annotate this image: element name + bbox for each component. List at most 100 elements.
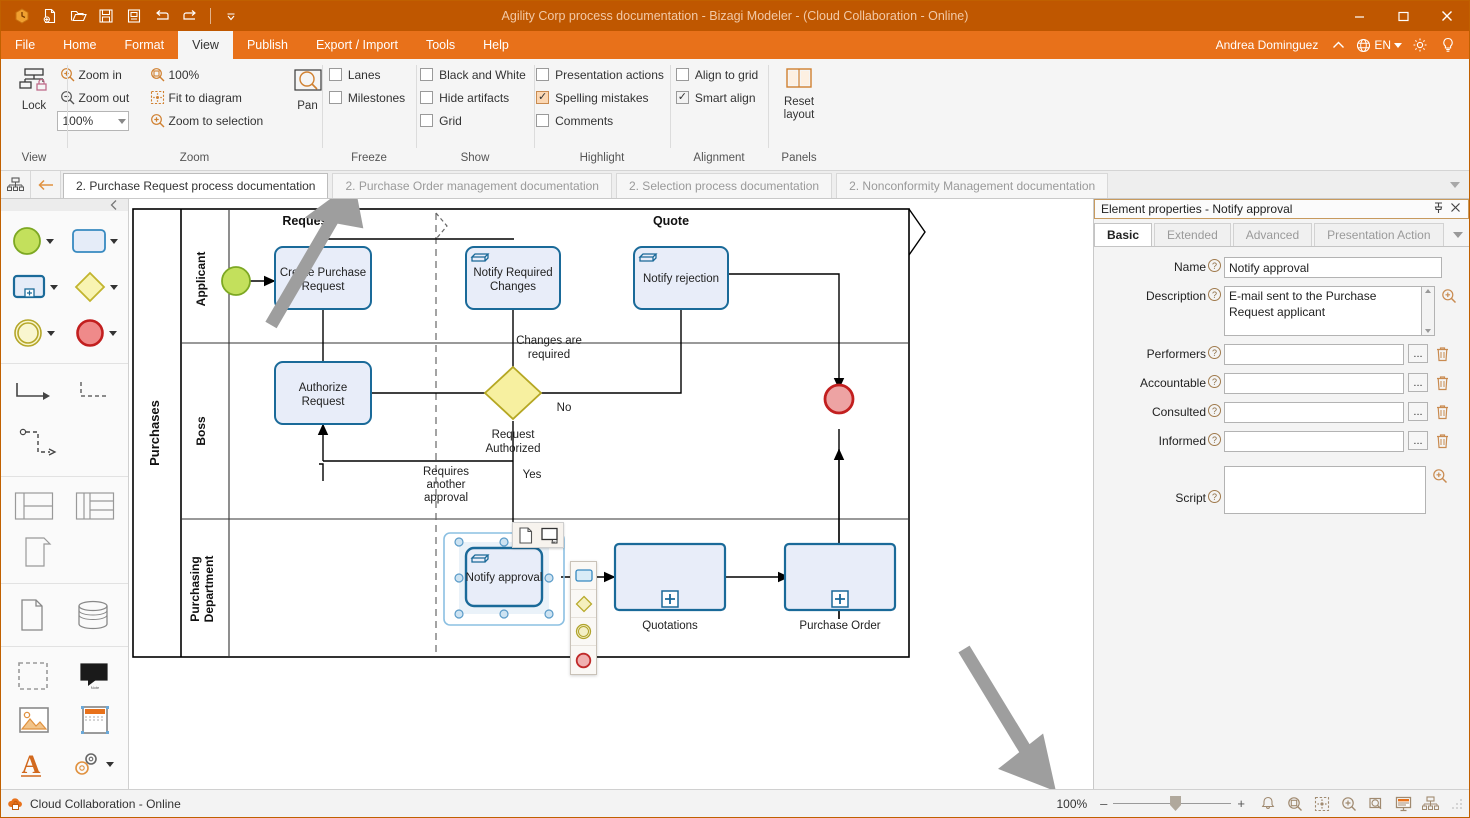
palette-annotation-shape[interactable]: Note bbox=[75, 658, 115, 694]
zoom-slider-track[interactable] bbox=[1113, 796, 1232, 811]
tab-overflow-chevron-down-icon[interactable] bbox=[1441, 171, 1469, 198]
chevron-down-icon[interactable] bbox=[109, 238, 118, 244]
pin-icon[interactable] bbox=[1433, 202, 1444, 216]
zoom-slider[interactable]: – + bbox=[1100, 796, 1245, 811]
customize-qat-icon[interactable] bbox=[218, 4, 244, 28]
description-expand-button[interactable] bbox=[1439, 286, 1459, 306]
consulted-browse-button[interactable]: ... bbox=[1408, 402, 1428, 421]
connection-status[interactable]: Cloud Collaboration - Online bbox=[7, 796, 181, 811]
help-icon[interactable]: ? bbox=[1208, 346, 1221, 359]
zoom-to-selection-button[interactable]: Zoom to selection bbox=[147, 109, 275, 132]
quick-shape-gateway[interactable] bbox=[571, 590, 596, 618]
presentation-mode-icon[interactable] bbox=[1391, 793, 1415, 815]
zoom-out-button[interactable]: Zoom out bbox=[57, 86, 143, 109]
fit-to-diagram-status-icon[interactable] bbox=[1310, 793, 1334, 815]
palette-intermediate-event-shape[interactable] bbox=[9, 314, 58, 352]
chevron-down-icon[interactable] bbox=[46, 238, 55, 244]
app-logo-icon[interactable] bbox=[9, 4, 35, 28]
menu-view[interactable]: View bbox=[178, 31, 233, 59]
resize-grip-icon[interactable] bbox=[1451, 798, 1463, 810]
description-textarea[interactable]: E-mail sent to the Purchase Request appl… bbox=[1224, 286, 1422, 336]
new-file-icon[interactable] bbox=[37, 4, 63, 28]
checkbox-align-to-grid[interactable]: Align to grid bbox=[675, 63, 762, 86]
zoom-100-button[interactable]: 100% bbox=[147, 63, 275, 86]
presentation-action-icon[interactable] bbox=[537, 523, 563, 547]
palette-data-object-shape[interactable] bbox=[15, 595, 49, 635]
zoom-in-button[interactable]: Zoom in bbox=[57, 63, 143, 86]
quick-shape-end-event[interactable] bbox=[571, 646, 596, 674]
palette-milestone-shape[interactable] bbox=[19, 532, 59, 572]
zoom-100-status-icon[interactable] bbox=[1283, 793, 1307, 815]
checkbox-grid[interactable]: Grid bbox=[420, 109, 530, 132]
help-icon[interactable]: ? bbox=[1208, 375, 1221, 388]
chevron-down-icon[interactable] bbox=[49, 284, 58, 290]
palette-sequence-flow-connector[interactable] bbox=[9, 375, 59, 415]
language-selector[interactable]: EN bbox=[1353, 38, 1405, 53]
palette-gateway-shape[interactable] bbox=[70, 268, 121, 306]
open-folder-icon[interactable] bbox=[65, 4, 91, 28]
script-expand-button[interactable] bbox=[1430, 466, 1450, 486]
checkbox-smart-align[interactable]: ✓ Smart align bbox=[675, 86, 762, 109]
help-icon[interactable]: ? bbox=[1208, 490, 1221, 503]
collapse-ribbon-icon[interactable] bbox=[1325, 32, 1351, 58]
settings-gear-icon[interactable] bbox=[1407, 32, 1433, 58]
menu-format[interactable]: Format bbox=[111, 31, 179, 59]
accountable-input[interactable] bbox=[1224, 373, 1404, 394]
quick-shape-intermediate-event[interactable] bbox=[571, 618, 596, 646]
document-tab-3[interactable]: 2. Nonconformity Management documentatio… bbox=[836, 173, 1109, 198]
consulted-delete-button[interactable] bbox=[1432, 402, 1452, 422]
diagram-list-icon[interactable] bbox=[1, 171, 31, 198]
script-textarea[interactable] bbox=[1224, 466, 1426, 514]
checkbox-presentation-actions[interactable]: Presentation actions bbox=[536, 63, 668, 86]
help-icon[interactable]: ? bbox=[1208, 259, 1221, 272]
help-bulb-icon[interactable] bbox=[1435, 32, 1461, 58]
chevron-down-icon[interactable] bbox=[105, 761, 114, 767]
name-input[interactable] bbox=[1224, 257, 1442, 278]
help-icon[interactable]: ? bbox=[1208, 404, 1221, 417]
zoom-out-button[interactable]: – bbox=[1100, 796, 1107, 811]
zoom-to-selection-status-icon[interactable] bbox=[1364, 793, 1388, 815]
checkbox-black-and-white[interactable]: Black and White bbox=[420, 63, 530, 86]
zoom-slider-thumb[interactable] bbox=[1170, 796, 1182, 811]
palette-start-event-shape[interactable] bbox=[8, 222, 57, 260]
chevron-down-icon[interactable] bbox=[47, 330, 56, 336]
accountable-delete-button[interactable] bbox=[1432, 373, 1452, 393]
bpmn-diagram[interactable]: Purchases Applicant Boss Purchasing Depa… bbox=[129, 199, 1093, 789]
close-button[interactable] bbox=[1425, 1, 1469, 31]
chevron-down-icon[interactable] bbox=[110, 284, 119, 290]
informed-delete-button[interactable] bbox=[1432, 431, 1452, 451]
description-scrollbar[interactable] bbox=[1422, 286, 1435, 336]
palette-task-shape[interactable] bbox=[68, 224, 121, 258]
properties-tab-advanced[interactable]: Advanced bbox=[1232, 223, 1313, 246]
palette-text-shape[interactable]: A bbox=[13, 746, 49, 782]
informed-input[interactable] bbox=[1224, 431, 1404, 452]
zoom-in-button[interactable]: + bbox=[1237, 796, 1245, 811]
redo-icon[interactable] bbox=[177, 4, 203, 28]
menu-home[interactable]: Home bbox=[49, 31, 110, 59]
save-as-icon[interactable] bbox=[121, 4, 147, 28]
palette-subprocess-shape[interactable] bbox=[8, 270, 61, 304]
document-tab-0[interactable]: 2. Purchase Request process documentatio… bbox=[63, 173, 329, 198]
minimize-button[interactable] bbox=[1337, 1, 1381, 31]
properties-tab-extended[interactable]: Extended bbox=[1154, 223, 1231, 246]
chevron-down-icon[interactable] bbox=[108, 330, 117, 336]
palette-lane-shape[interactable] bbox=[72, 488, 118, 524]
performers-delete-button[interactable] bbox=[1432, 344, 1452, 364]
attach-file-icon[interactable] bbox=[513, 523, 537, 547]
checkbox-milestones[interactable]: Milestones bbox=[328, 86, 409, 109]
checkbox-spelling-mistakes[interactable]: ✓ Spelling mistakes bbox=[536, 86, 668, 109]
zoom-level-combobox[interactable]: 100% bbox=[56, 111, 129, 131]
palette-association-connector[interactable] bbox=[15, 423, 69, 465]
performers-browse-button[interactable]: ... bbox=[1408, 344, 1428, 363]
menu-publish[interactable]: Publish bbox=[233, 31, 302, 59]
document-tab-2[interactable]: 2. Selection process documentation bbox=[615, 173, 833, 198]
save-icon[interactable] bbox=[93, 4, 119, 28]
back-arrow-icon[interactable] bbox=[31, 171, 61, 198]
menu-help[interactable]: Help bbox=[469, 31, 523, 59]
menu-export-import[interactable]: Export / Import bbox=[302, 31, 412, 59]
consulted-input[interactable] bbox=[1224, 402, 1404, 423]
properties-tab-presentation-action[interactable]: Presentation Action bbox=[1314, 223, 1444, 246]
palette-end-event-shape[interactable] bbox=[71, 314, 120, 352]
palette-collapse-button[interactable] bbox=[1, 199, 128, 211]
lock-button[interactable]: Lock bbox=[9, 63, 59, 117]
